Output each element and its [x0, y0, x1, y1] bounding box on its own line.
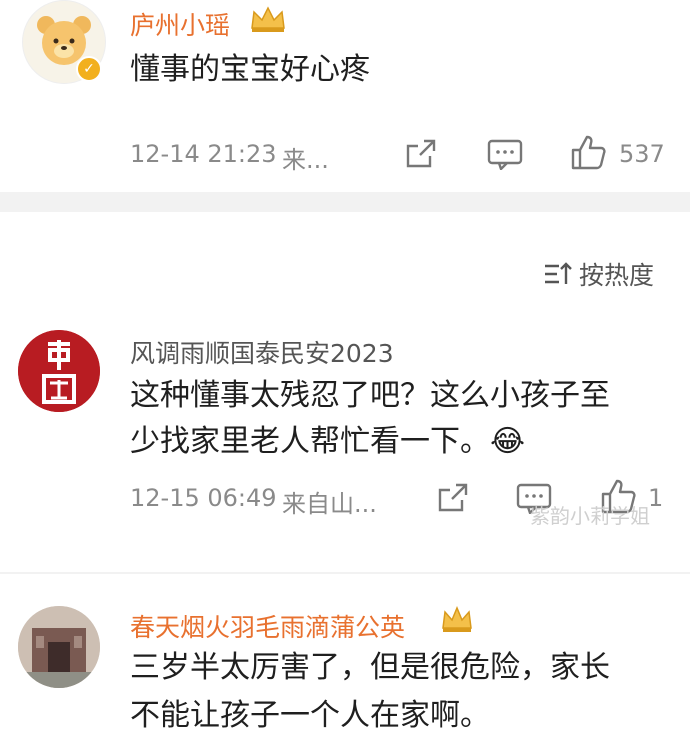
comment-source: 来自山... — [282, 490, 377, 518]
sort-toggle[interactable]: 按热度 — [543, 256, 654, 292]
sort-label: 按热度 — [578, 261, 654, 290]
comment-text: 懂事的宝宝好心疼 — [130, 52, 370, 87]
section-divider — [0, 192, 690, 212]
avatar[interactable] — [18, 606, 100, 688]
comment-text: 这种懂事太残忍了吧？这么小孩子至 — [130, 378, 610, 413]
comment-icon[interactable] — [487, 138, 523, 174]
verified-badge-icon: ✓ — [76, 56, 102, 82]
comment-text: 三岁半太厉害了，但是很危险，家长 — [130, 650, 610, 685]
china-seal-avatar-icon — [18, 330, 100, 412]
comment-source: 来... — [282, 146, 329, 174]
comment-text: 少找家里老人帮忙看一下。😂 — [130, 424, 526, 459]
like-count: 1 — [648, 484, 664, 512]
watermark: 紫韵小莉学姐 — [530, 504, 650, 528]
house-photo-avatar-icon — [18, 606, 100, 688]
comment-text: 不能让孩子一个人在家啊。 — [130, 698, 490, 733]
comment-timestamp: 12-14 21:23 — [130, 140, 277, 168]
share-icon[interactable] — [436, 482, 470, 518]
username[interactable]: 庐州小瑶 — [130, 6, 230, 42]
avatar[interactable] — [18, 330, 100, 412]
like-icon[interactable] — [570, 134, 606, 174]
share-icon[interactable] — [404, 138, 438, 174]
sort-icon — [544, 262, 572, 284]
username[interactable]: 春天烟火羽毛雨滴蒲公英 — [130, 608, 405, 644]
crown-badge-icon — [248, 4, 288, 38]
section-divider — [0, 572, 690, 574]
like-count: 537 — [619, 140, 665, 168]
comment-timestamp: 12-15 06:49 — [130, 484, 277, 512]
username[interactable]: 风调雨顺国泰民安2023 — [130, 334, 394, 370]
crown-badge-icon — [440, 604, 474, 638]
